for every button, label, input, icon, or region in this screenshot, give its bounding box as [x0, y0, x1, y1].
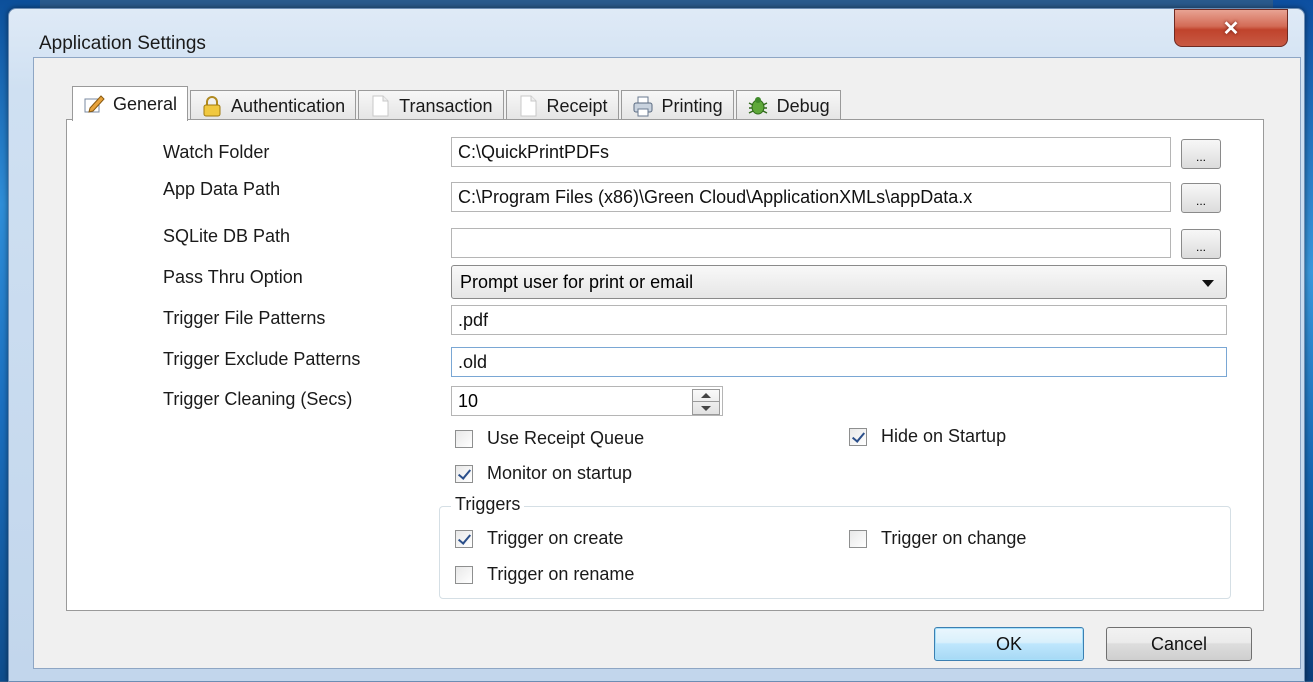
app-data-path-browse-button[interactable]: ... — [1181, 183, 1221, 213]
chevron-down-icon — [1202, 280, 1214, 287]
sqlite-db-path-browse-button[interactable]: ... — [1181, 229, 1221, 259]
pass-thru-option-select[interactable]: Prompt user for print or email — [451, 265, 1227, 299]
general-tab-panel: Watch Folder C:\QuickPrintPDFs ... App D… — [66, 119, 1264, 611]
watch-folder-label: Watch Folder — [163, 142, 270, 162]
spin-down-icon — [701, 406, 711, 411]
trigger-on-rename-label: Trigger on rename — [487, 564, 635, 584]
bug-icon — [747, 95, 769, 117]
tab-debug-label: Debug — [776, 95, 830, 116]
checkbox-box — [455, 429, 473, 448]
tab-general[interactable]: General — [72, 86, 189, 121]
tab-authentication-label: Authentication — [231, 95, 346, 116]
pass-thru-option-label: Pass Thru Option — [163, 267, 303, 287]
trigger-file-patterns-label: Trigger File Patterns — [163, 308, 326, 328]
edit-pencil-icon — [83, 93, 105, 115]
trigger-on-change-checkbox[interactable]: Trigger on change — [849, 528, 1026, 549]
hide-on-startup-checkbox[interactable]: Hide on Startup — [849, 426, 1006, 447]
checkbox-box — [849, 529, 867, 548]
triggers-groupbox — [439, 506, 1231, 599]
hide-on-startup-label: Hide on Startup — [881, 426, 1007, 446]
sqlite-db-path-label: SQLite DB Path — [163, 226, 291, 246]
trigger-file-patterns-input[interactable]: .pdf — [451, 305, 1227, 335]
monitor-on-startup-label: Monitor on startup — [487, 463, 633, 483]
trigger-exclude-patterns-label: Trigger Exclude Patterns — [163, 349, 361, 369]
cancel-button[interactable]: Cancel — [1106, 627, 1252, 661]
watch-folder-input[interactable]: C:\QuickPrintPDFs — [451, 137, 1171, 167]
document-icon — [517, 95, 539, 117]
checkbox-box — [455, 565, 473, 584]
tab-authentication[interactable]: Authentication — [190, 90, 357, 121]
settings-window: Application Settings ✕ General Authentic… — [8, 8, 1305, 682]
spin-up-icon — [701, 393, 711, 398]
use-receipt-queue-label: Use Receipt Queue — [487, 428, 645, 448]
trigger-cleaning-spinner[interactable]: 10 — [451, 386, 723, 416]
trigger-on-create-checkbox[interactable]: Trigger on create — [455, 528, 623, 549]
trigger-exclude-patterns-input[interactable]: .old — [451, 347, 1227, 377]
app-data-path-label: App Data Path — [163, 179, 281, 199]
tab-receipt[interactable]: Receipt — [505, 90, 619, 121]
monitor-on-startup-checkbox[interactable]: Monitor on startup — [455, 463, 632, 484]
tab-debug[interactable]: Debug — [735, 90, 841, 121]
tab-receipt-label: Receipt — [546, 95, 608, 116]
tab-general-label: General — [113, 93, 178, 114]
checkbox-box-checked — [849, 427, 867, 446]
tab-transaction-label: Transaction — [399, 95, 493, 116]
tab-printing-label: Printing — [661, 95, 723, 116]
sqlite-db-path-input[interactable] — [451, 228, 1171, 258]
checkbox-box-checked — [455, 529, 473, 548]
spinner-buttons[interactable] — [692, 389, 720, 415]
trigger-on-change-label: Trigger on change — [881, 528, 1027, 548]
document-icon — [369, 95, 391, 117]
trigger-cleaning-value: 10 — [458, 390, 479, 411]
checkbox-box-checked — [455, 464, 473, 483]
tab-strip: General Authentication Transaction Recei… — [72, 86, 843, 121]
close-icon: ✕ — [1222, 17, 1240, 40]
tab-printing[interactable]: Printing — [620, 90, 734, 121]
triggers-group-title: Triggers — [451, 494, 525, 515]
dialog-client-area: General Authentication Transaction Recei… — [33, 57, 1301, 669]
watch-folder-browse-button[interactable]: ... — [1181, 139, 1221, 169]
printer-icon — [632, 95, 654, 117]
use-receipt-queue-checkbox[interactable]: Use Receipt Queue — [455, 428, 644, 449]
ok-button[interactable]: OK — [934, 627, 1084, 661]
lock-icon — [201, 95, 223, 117]
trigger-on-create-label: Trigger on create — [487, 528, 624, 548]
pass-thru-option-value: Prompt user for print or email — [460, 271, 694, 292]
app-data-path-input[interactable]: C:\Program Files (x86)\Green Cloud\Appli… — [451, 182, 1171, 212]
tab-transaction[interactable]: Transaction — [358, 90, 504, 121]
trigger-cleaning-label: Trigger Cleaning (Secs) — [163, 389, 353, 409]
close-button[interactable]: ✕ — [1174, 9, 1288, 47]
window-title: Application Settings — [39, 33, 206, 54]
trigger-on-rename-checkbox[interactable]: Trigger on rename — [455, 564, 634, 585]
